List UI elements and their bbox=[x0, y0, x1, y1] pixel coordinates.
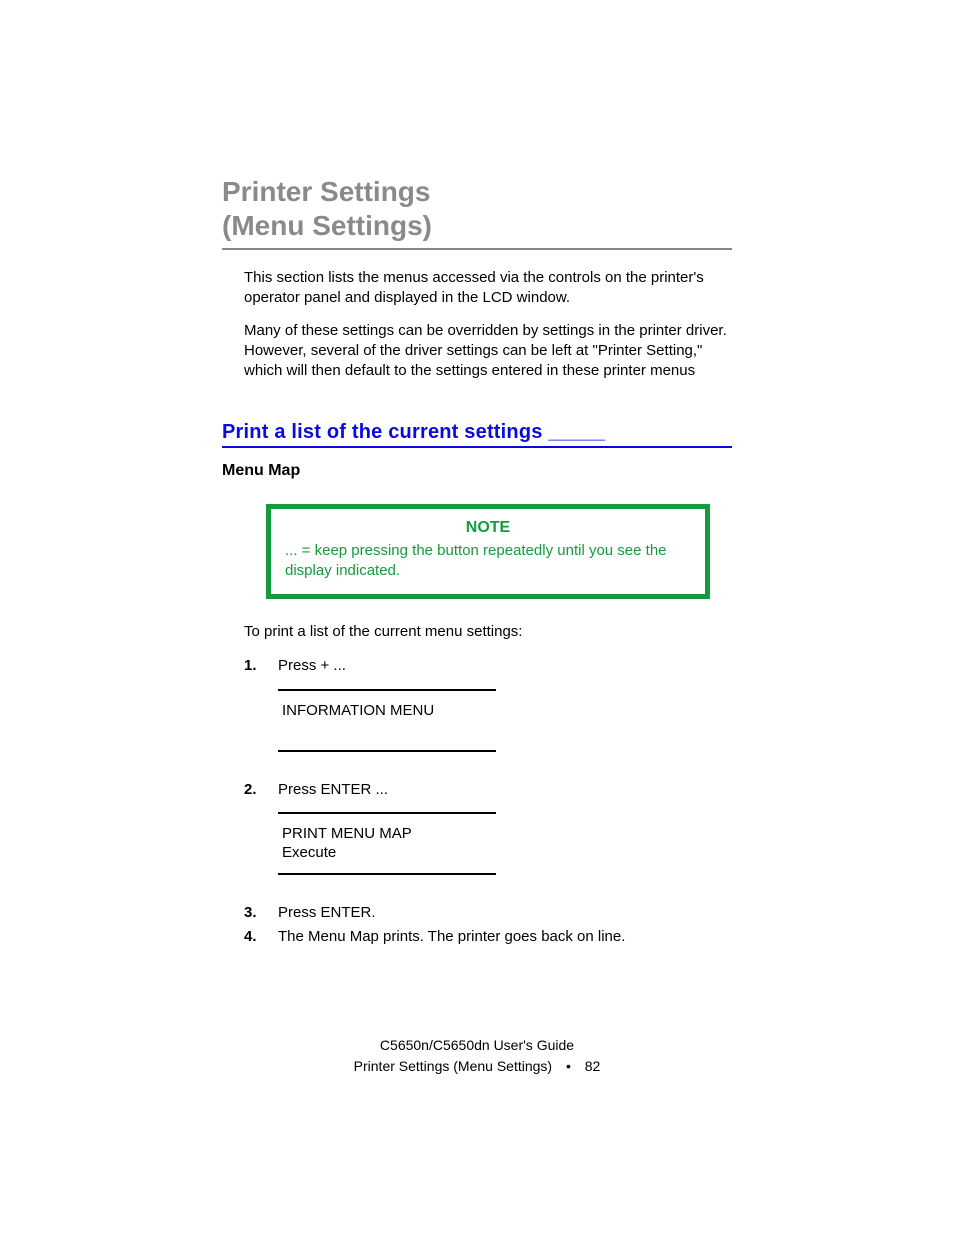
note-body: ... = keep pressing the button repeatedl… bbox=[285, 541, 691, 580]
note-box: NOTE ... = keep pressing the button repe… bbox=[266, 504, 710, 599]
title-line-2: (Menu Settings) bbox=[222, 210, 432, 241]
step-text: The Menu Map prints. The printer goes ba… bbox=[278, 928, 625, 945]
lcd-line: PRINT MENU MAP bbox=[282, 824, 496, 844]
footer-guide-title: C5650n/C5650dn User's Guide bbox=[0, 1035, 954, 1056]
step-1: 1. Press + ... INFORMATION MENU bbox=[244, 656, 732, 775]
step-number: 3. bbox=[244, 903, 278, 923]
step-number: 2. bbox=[244, 780, 278, 899]
lcd-line: INFORMATION MENU bbox=[282, 701, 496, 721]
title-rule bbox=[222, 248, 732, 250]
step-3: 3. Press ENTER. bbox=[244, 903, 732, 923]
note-label: NOTE bbox=[285, 519, 691, 537]
step-number: 4. bbox=[244, 927, 278, 947]
footer-bullet: • bbox=[556, 1058, 581, 1074]
lcd-line: Execute bbox=[282, 843, 496, 863]
step-2: 2. Press ENTER ... PRINT MENU MAP Execut… bbox=[244, 780, 732, 899]
section-heading: Print a list of the current settings ___… bbox=[222, 421, 732, 444]
step-number: 1. bbox=[244, 656, 278, 775]
subsection-heading: Menu Map bbox=[222, 462, 732, 480]
page-title: Printer Settings (Menu Settings) bbox=[222, 175, 732, 242]
step-text: Press ENTER ... bbox=[278, 781, 388, 798]
section-rule bbox=[222, 446, 732, 448]
lcd-display: INFORMATION MENU bbox=[278, 689, 496, 752]
title-line-1: Printer Settings bbox=[222, 176, 430, 207]
footer-page-number: 82 bbox=[585, 1058, 601, 1074]
step-4: 4. The Menu Map prints. The printer goes… bbox=[244, 927, 732, 947]
page-footer: C5650n/C5650dn User's Guide Printer Sett… bbox=[0, 1035, 954, 1077]
lead-sentence: To print a list of the current menu sett… bbox=[244, 623, 732, 640]
intro-paragraph-2: Many of these settings can be overridden… bbox=[244, 321, 732, 382]
step-text: Press + ... bbox=[278, 657, 346, 674]
lcd-display: PRINT MENU MAP Execute bbox=[278, 812, 496, 875]
footer-section-name: Printer Settings (Menu Settings) bbox=[354, 1058, 552, 1074]
step-text: Press ENTER. bbox=[278, 904, 376, 921]
steps-list: 1. Press + ... INFORMATION MENU 2. Press… bbox=[244, 656, 732, 947]
intro-paragraph-1: This section lists the menus accessed vi… bbox=[244, 268, 732, 309]
